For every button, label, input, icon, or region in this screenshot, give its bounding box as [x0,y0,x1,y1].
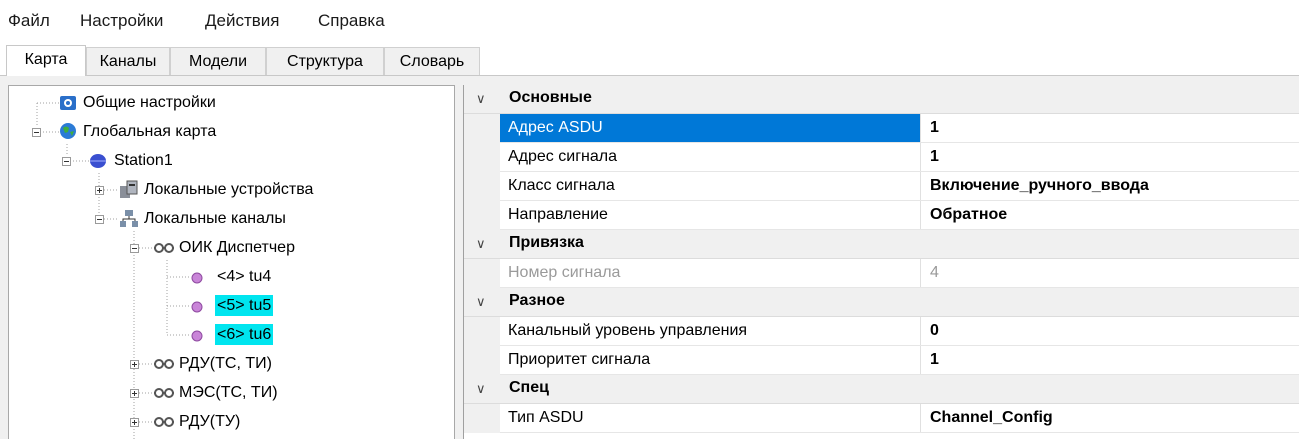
expand-icon[interactable] [130,389,139,398]
property-row[interactable]: Направление Обратное [464,201,1299,230]
property-name[interactable]: Адрес сигнала [500,143,921,171]
tab-strip: Карта Каналы Модели Структура Словарь [0,45,1299,76]
property-value[interactable]: Включение_ручного_ввода [922,172,1299,200]
tab-map[interactable]: Карта [6,45,86,76]
collapse-icon[interactable] [95,215,104,224]
row-gutter [464,346,500,375]
category-main[interactable]: ∨ Основные [464,85,1299,114]
menu-file[interactable]: Файл [8,11,50,31]
property-value[interactable]: 1 [922,143,1299,171]
tree-node-local-channels[interactable]: Локальные каналы [142,208,288,229]
property-value[interactable]: 1 [922,346,1299,374]
station-icon [89,152,107,175]
row-gutter [464,259,500,288]
property-row[interactable]: Класс сигнала Включение_ручного_ввода [464,172,1299,201]
property-name[interactable]: Класс сигнала [500,172,921,200]
tree-node-tu4[interactable]: <4> tu4 [215,266,273,287]
property-value[interactable]: Channel_Config [922,404,1299,432]
property-row[interactable]: Адрес ASDU 1 [464,114,1299,143]
property-value: 4 [930,264,939,281]
property-row[interactable]: Приоритет сигнала 1 [464,346,1299,375]
row-gutter [464,143,500,172]
chevron-down-icon[interactable]: ∨ [476,294,486,310]
menu-bar: Файл Настройки Действия Справка [0,0,1299,40]
category-label: Привязка [509,234,584,251]
tree-node-tu5[interactable]: <5> tu5 [215,295,274,316]
signal-icon [191,271,203,289]
category-binding[interactable]: ∨ Привязка [464,230,1299,259]
row-gutter [464,317,500,346]
tree-node-general-settings[interactable]: Общие настройки [81,92,218,113]
devices-icon [119,180,139,205]
property-name[interactable]: Канальный уровень управления [500,317,921,345]
property-value[interactable]: Обратное [922,201,1299,229]
tab-dictionary[interactable]: Словарь [384,47,480,75]
tree-node-oik-dispatcher[interactable]: ОИК Диспетчер [177,237,297,258]
tree-node-global-map[interactable]: Глобальная карта [81,121,218,142]
row-gutter [464,201,500,230]
property-row[interactable]: Адрес сигнала 1 [464,143,1299,172]
splitter[interactable] [455,85,463,439]
tree-node-tu6[interactable]: <6> tu6 [215,324,274,345]
expand-icon[interactable] [130,418,139,427]
row-gutter [464,404,500,433]
row-gutter [464,172,500,201]
category-label: Спец [509,379,549,396]
category-misc[interactable]: ∨ Разное [464,288,1299,317]
channel-icon [153,241,175,260]
property-value[interactable]: 0 [922,317,1299,345]
tab-models[interactable]: Модели [170,47,266,75]
menu-help[interactable]: Справка [318,11,385,31]
expand-icon[interactable] [130,360,139,369]
tree-view[interactable]: Общие настройки Глобальная карта Station… [8,85,455,439]
collapse-icon[interactable] [32,128,41,137]
channel-icon [153,386,175,405]
settings-icon [59,94,77,117]
category-label: Основные [509,89,592,106]
tree-node-rdu-ts-ti[interactable]: РДУ(ТС, ТИ) [177,353,274,374]
tree-node-local-devices[interactable]: Локальные устройства [142,179,315,200]
channel-icon [153,357,175,376]
property-row[interactable]: Номер сигнала 4 [464,259,1299,288]
property-row[interactable]: Канальный уровень управления 0 [464,317,1299,346]
property-name[interactable]: Направление [500,201,921,229]
collapse-icon[interactable] [62,157,71,166]
property-name[interactable]: Адрес ASDU [500,114,921,142]
category-spec[interactable]: ∨ Спец [464,375,1299,404]
network-icon [119,209,139,234]
property-name[interactable]: Приоритет сигнала [500,346,921,374]
menu-settings[interactable]: Настройки [80,11,163,31]
expand-icon[interactable] [95,186,104,195]
property-name[interactable]: Тип ASDU [500,404,921,432]
property-grid: ∨ Основные Адрес ASDU 1 Адрес сигнала 1 … [463,85,1299,439]
tree-node-mes-ts-ti[interactable]: МЭС(ТС, ТИ) [177,382,280,403]
tree-node-station[interactable]: Station1 [112,150,175,171]
property-name[interactable]: Номер сигнала [500,259,921,287]
menu-actions[interactable]: Действия [205,11,279,31]
row-gutter [464,114,500,143]
property-row[interactable]: Тип ASDU Channel_Config [464,404,1299,433]
tree-node-rdu-tu[interactable]: РДУ(ТУ) [177,411,242,432]
chevron-down-icon[interactable]: ∨ [476,381,486,397]
collapse-icon[interactable] [130,244,139,253]
chevron-down-icon[interactable]: ∨ [476,91,486,107]
property-value[interactable]: 1 [922,114,1299,142]
tab-channels[interactable]: Каналы [86,47,170,75]
channel-icon [153,415,175,434]
signal-icon [191,329,203,347]
signal-icon [191,300,203,318]
tab-structure[interactable]: Структура [266,47,384,75]
category-label: Разное [509,292,565,309]
globe-icon [59,122,77,145]
chevron-down-icon[interactable]: ∨ [476,236,486,252]
